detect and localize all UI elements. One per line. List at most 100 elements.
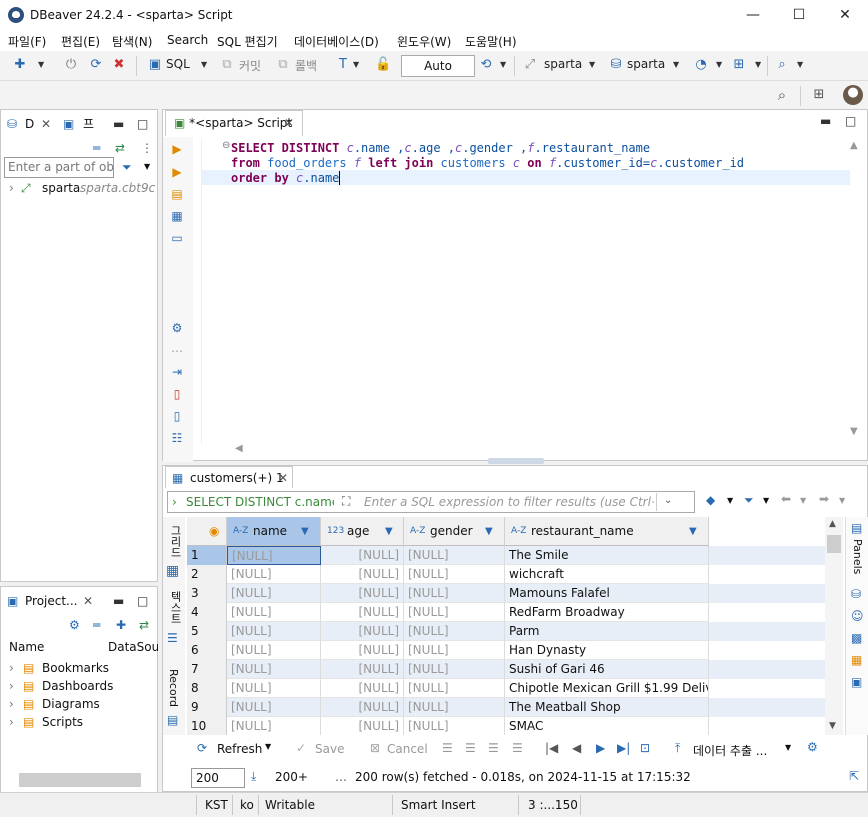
cell-name[interactable]: [NULL] — [227, 641, 321, 660]
grid-icon[interactable]: ▦ — [166, 563, 179, 579]
lock-icon[interactable]: 🔓 — [375, 57, 391, 73]
cell-name[interactable]: [NULL] — [227, 698, 321, 717]
avatar[interactable]: ● — [843, 85, 863, 105]
new-connection-icon[interactable]: ✚ — [12, 57, 28, 73]
cell-gender[interactable]: [NULL] — [404, 660, 505, 679]
sort-icon[interactable]: ▼ — [301, 517, 309, 546]
table-row[interactable]: 4 [NULL] [NULL] [NULL] RedFarm Broadway — [187, 603, 825, 622]
collapse-all-icon[interactable]: ═ — [93, 613, 100, 637]
minimize-icon[interactable]: ▬ — [113, 112, 124, 136]
text-view-icon[interactable]: ☰ — [167, 631, 178, 645]
row-header-corner[interactable]: ◉ — [187, 517, 227, 546]
column-header-age[interactable]: 123 age ▼ — [321, 517, 404, 546]
tree-item-sparta[interactable]: sparta — [42, 176, 80, 200]
execute-script-icon[interactable]: ▤ — [170, 187, 184, 201]
table-row[interactable]: 9 [NULL] [NULL] [NULL] The Meatball Shop — [187, 698, 825, 717]
chevron-down-icon[interactable]: ▼ — [797, 60, 803, 69]
cell-restaurant[interactable]: Parm — [505, 622, 709, 641]
maximize-icon[interactable]: □ — [137, 112, 148, 136]
cell-gender[interactable]: [NULL] — [404, 622, 505, 641]
auto-commit-mode-box[interactable]: Auto — [401, 55, 475, 77]
table-row[interactable]: 10 [NULL] [NULL] [NULL] SMAC — [187, 717, 825, 735]
maximize-icon[interactable]: □ — [137, 589, 148, 613]
column-header-name[interactable]: A-Z name ▼ — [227, 517, 321, 546]
chevron-down-icon[interactable]: ▼ — [265, 742, 271, 751]
dashboard-icon[interactable]: ◔ — [693, 57, 709, 73]
terminal-icon[interactable]: ▭ — [170, 231, 184, 245]
cell-age[interactable]: [NULL] — [321, 584, 404, 603]
sql-editor-icon[interactable]: ▣ — [147, 57, 163, 73]
metadata-icon[interactable]: ⛁ — [851, 587, 861, 601]
minimize-icon[interactable]: ▬ — [820, 114, 831, 128]
filter-icon[interactable]: ⏷ — [744, 493, 754, 508]
table-row[interactable]: 5 [NULL] [NULL] [NULL] Parm — [187, 622, 825, 641]
menu-window[interactable]: 윈도우(W) — [397, 33, 451, 50]
fetch-size-input[interactable]: 200 — [191, 768, 245, 788]
row-number[interactable]: 5 — [187, 622, 227, 641]
calc-icon[interactable]: ▦ — [851, 653, 862, 667]
outline-icon[interactable]: ☷ — [170, 431, 184, 445]
cell-age[interactable]: [NULL] — [321, 698, 404, 717]
first-page-icon[interactable]: |◀ — [545, 741, 558, 755]
search-icon[interactable]: ⌕ — [774, 87, 790, 103]
cell-restaurant[interactable]: Han Dynasty — [505, 641, 709, 660]
cell-restaurant[interactable]: Mamouns Falafel — [505, 584, 709, 603]
cell-restaurant[interactable]: wichcraft — [505, 565, 709, 584]
cell-name[interactable]: [NULL] — [227, 603, 321, 622]
row-number[interactable]: 1 — [187, 546, 227, 565]
project-item-scripts[interactable]: Scripts — [42, 710, 83, 734]
tab-database-navigator[interactable]: D — [25, 112, 34, 136]
splitter-handle[interactable] — [488, 458, 544, 464]
tab-project[interactable]: Project... — [25, 589, 78, 613]
close-button[interactable]: ✕ — [822, 0, 868, 31]
more-icon[interactable]: … — [170, 341, 184, 355]
refresh-icon[interactable]: ⟳ — [197, 741, 207, 755]
close-icon[interactable]: ✕ — [83, 589, 93, 613]
chevron-down-icon[interactable]: ▼ — [839, 496, 845, 505]
chevron-down-icon[interactable]: ▼ — [500, 60, 506, 69]
chevron-down-icon[interactable]: ▼ — [785, 743, 791, 752]
execute-new-tab-icon[interactable]: ▶ — [170, 165, 184, 179]
active-schema-selector[interactable]: sparta — [627, 57, 665, 71]
column-header-restaurant-name[interactable]: A-Z restaurant_name ▼ — [505, 517, 709, 546]
format-icon[interactable]: ▯ — [170, 409, 184, 423]
menu-search[interactable]: Search — [167, 33, 208, 47]
tab-record-view[interactable]: Record — [167, 669, 180, 707]
row-number[interactable]: 10 — [187, 717, 227, 735]
cell-gender[interactable]: [NULL] — [404, 546, 505, 565]
cell-age[interactable]: [NULL] — [321, 641, 404, 660]
chevron-down-icon[interactable]: ▼ — [673, 60, 679, 69]
panels-icon[interactable]: ▤ — [851, 521, 862, 535]
table-row[interactable]: 1 [NULL] [NULL] [NULL] The Smile — [187, 546, 825, 565]
menu-edit[interactable]: 편집(E) — [61, 33, 100, 50]
expand-icon[interactable]: ⛶ — [342, 494, 350, 509]
menu-sql-editor[interactable]: SQL 편집기 — [217, 33, 278, 50]
row-number[interactable]: 6 — [187, 641, 227, 660]
new-script-icon[interactable]: ▯ — [170, 387, 184, 401]
close-icon[interactable]: ✕ — [284, 111, 294, 135]
minimize-icon[interactable]: ▬ — [113, 589, 124, 613]
chevron-down-icon[interactable]: ▼ — [201, 60, 207, 69]
maximize-button[interactable]: ☐ — [776, 0, 822, 31]
chevron-down-icon[interactable]: ▼ — [755, 60, 761, 69]
sort-icon[interactable]: ▼ — [689, 517, 697, 546]
cell-name[interactable]: [NULL] — [227, 717, 321, 735]
cell-age[interactable]: [NULL] — [321, 660, 404, 679]
chevron-down-icon[interactable]: ▼ — [589, 60, 595, 69]
chevron-down-icon[interactable]: ▼ — [763, 496, 769, 505]
fold-icon[interactable]: ⊖ — [222, 140, 230, 151]
sort-icon[interactable]: ▼ — [385, 517, 393, 546]
explain-plan-icon[interactable]: ▦ — [170, 209, 184, 223]
cell-name[interactable]: [NULL] — [227, 660, 321, 679]
row-number[interactable]: 8 — [187, 679, 227, 698]
row-number[interactable]: 4 — [187, 603, 227, 622]
reconnect-icon[interactable]: ⟳ — [88, 57, 104, 73]
edit-row-icon[interactable]: ☰ — [442, 741, 453, 755]
close-icon[interactable]: ✕ — [41, 112, 51, 136]
chevron-down-icon[interactable]: ⌄ — [664, 495, 672, 506]
cell-age[interactable]: [NULL] — [321, 603, 404, 622]
locale-indicator[interactable]: ko — [240, 798, 254, 812]
cell-restaurant[interactable]: RedFarm Broadway — [505, 603, 709, 622]
fetch-all-icon[interactable]: ⊡ — [640, 741, 650, 755]
export-button[interactable]: 데이터 추출 ... — [693, 742, 767, 759]
